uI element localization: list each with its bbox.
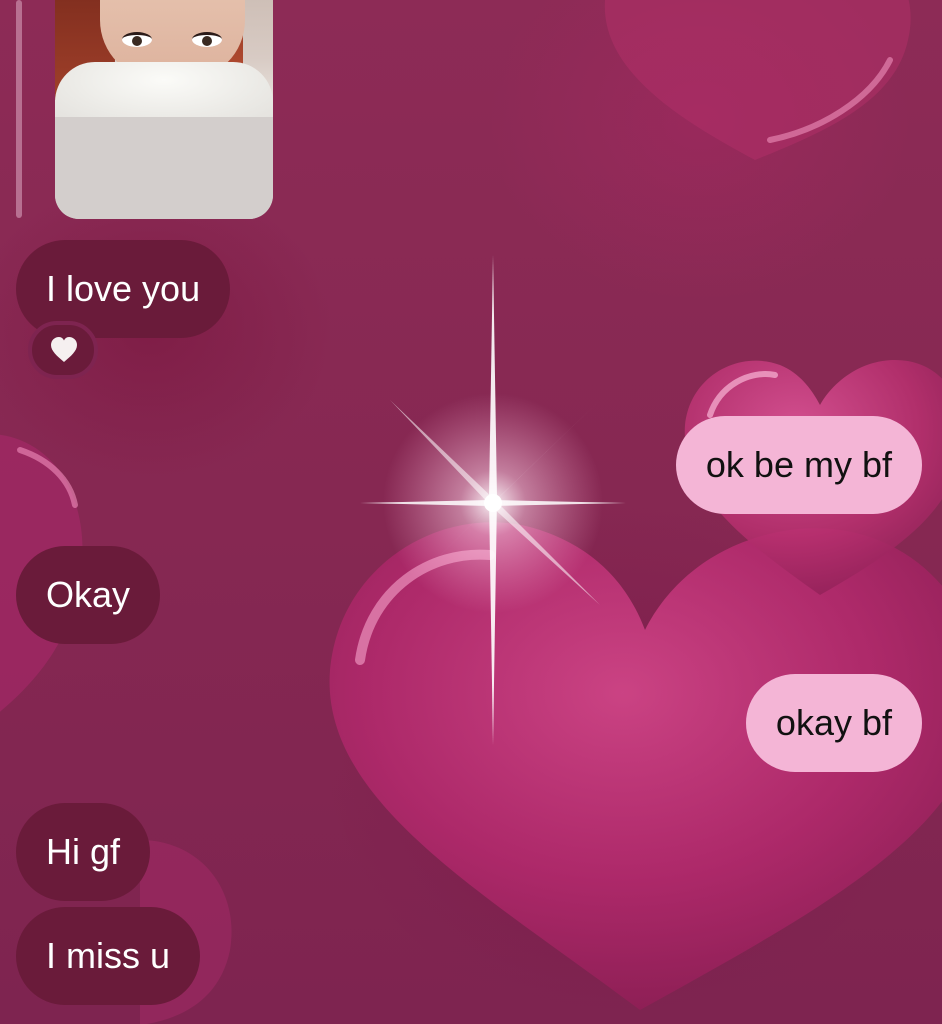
photo-attachment[interactable] bbox=[55, 0, 273, 219]
message-reaction[interactable] bbox=[28, 321, 98, 379]
message-bubble-outgoing[interactable]: okay bf bbox=[745, 674, 922, 772]
photo-fur bbox=[55, 62, 273, 122]
white-heart-icon bbox=[51, 337, 77, 362]
photo-eye bbox=[122, 32, 152, 47]
photo-card-footer bbox=[55, 117, 273, 219]
scroll-indicator[interactable] bbox=[16, 0, 22, 218]
photo-eye bbox=[192, 32, 222, 47]
sparkle-decoration bbox=[360, 255, 626, 745]
message-bubble-incoming[interactable]: Hi gf bbox=[16, 803, 151, 901]
heart-decoration-top bbox=[604, 0, 911, 160]
message-bubble-incoming[interactable]: I miss u bbox=[16, 907, 201, 1005]
message-bubble-incoming[interactable]: Okay bbox=[16, 546, 161, 644]
photo-thumbnail bbox=[55, 0, 273, 122]
message-bubble-outgoing[interactable]: ok be my bf bbox=[675, 416, 922, 514]
